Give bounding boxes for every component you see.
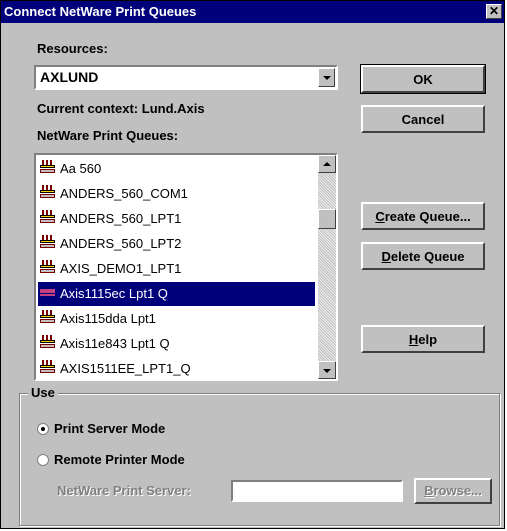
scroll-thumb[interactable] bbox=[318, 209, 336, 229]
list-item-label: Axis11e843 Lpt1 Q bbox=[60, 336, 170, 351]
list-item-label: ANDERS_560_LPT1 bbox=[60, 211, 182, 226]
print-queue-icon bbox=[40, 358, 55, 379]
cancel-button[interactable]: Cancel bbox=[361, 105, 485, 133]
resources-label: Resources: bbox=[37, 41, 108, 56]
list-item[interactable]: Axis11e843 Lpt1 Q bbox=[38, 332, 315, 356]
print-queue-icon bbox=[40, 233, 55, 257]
list-item[interactable]: AXIS_DEMO1_LPT1 bbox=[38, 257, 315, 281]
scroll-up-button[interactable] bbox=[318, 155, 336, 173]
list-item-label: ANDERS_560_LPT2 bbox=[60, 236, 182, 251]
list-item-label: Axis1115ec Lpt1 Q bbox=[60, 286, 168, 301]
resources-dropdown[interactable]: AXLUND bbox=[34, 65, 338, 90]
chevron-down-icon bbox=[323, 76, 331, 80]
ok-button[interactable]: OK bbox=[360, 64, 486, 94]
list-item-label: Aa 560 bbox=[60, 161, 102, 176]
list-item-label: ANDERS_560_COM1 bbox=[60, 186, 188, 201]
print-queue-icon bbox=[40, 158, 55, 182]
netware-print-server-input[interactable] bbox=[231, 480, 403, 502]
list-item[interactable]: ANDERS_560_LPT2 bbox=[38, 232, 315, 256]
print-queue-icon bbox=[40, 183, 55, 207]
create-queue-label: reate Queue... bbox=[384, 209, 471, 224]
print-server-mode-label: Print Server Mode bbox=[54, 421, 166, 436]
remote-printer-mode-label: Remote Printer Mode bbox=[54, 452, 185, 467]
print-queue-icon bbox=[40, 333, 55, 357]
delete-queue-label: elete Queue bbox=[390, 249, 465, 264]
chevron-down-icon bbox=[323, 369, 331, 373]
close-icon: ✕ bbox=[488, 4, 500, 18]
list-item[interactable]: Axis115dda Lpt1 bbox=[38, 307, 315, 331]
list-item-label: AXIS_DEMO1_LPT1 bbox=[60, 261, 182, 276]
print-queue-list[interactable]: Aa 560 ANDERS_560_COM1 ANDERS_560_LPT1 ANDE… bbox=[34, 153, 338, 381]
dialog-window: Connect NetWare Print Queues ✕ Resources… bbox=[0, 0, 505, 529]
create-queue-mnemonic: C bbox=[375, 209, 385, 224]
print-queue-icon bbox=[40, 283, 55, 307]
window-title: Connect NetWare Print Queues bbox=[4, 4, 197, 19]
list-scrollbar[interactable] bbox=[318, 155, 336, 379]
list-item-label: AXIS1511EE_LPT1_Q bbox=[60, 361, 191, 376]
remote-printer-mode-radio[interactable]: Remote Printer Mode bbox=[37, 450, 185, 470]
print-server-mode-radio[interactable]: Print Server Mode bbox=[37, 419, 165, 439]
list-item-label: Axis115dda Lpt1 bbox=[60, 311, 156, 326]
netware-print-server-label: NetWare Print Server: bbox=[57, 483, 191, 498]
print-queue-icon bbox=[40, 208, 55, 232]
list-item[interactable]: ANDERS_560_LPT1 bbox=[38, 207, 315, 231]
close-button[interactable]: ✕ bbox=[486, 4, 502, 19]
browse-button[interactable]: Browse... bbox=[414, 478, 492, 504]
help-button[interactable]: Help bbox=[361, 325, 485, 353]
list-item[interactable]: ANDERS_560_COM1 bbox=[38, 182, 315, 206]
help-mnemonic: H bbox=[408, 332, 419, 347]
delete-queue-mnemonic: D bbox=[381, 249, 391, 264]
list-item[interactable]: AXIS1511EE_LPT1_Q bbox=[38, 357, 315, 379]
current-context-value: Lund.Axis bbox=[141, 101, 205, 116]
radio-checked-icon[interactable] bbox=[37, 422, 49, 435]
help-label: elp bbox=[418, 332, 438, 347]
queues-label: NetWare Print Queues: bbox=[37, 128, 179, 143]
radio-unchecked-icon[interactable] bbox=[37, 453, 49, 466]
title-bar: Connect NetWare Print Queues ✕ bbox=[1, 1, 504, 23]
current-context: Current context: Lund.Axis bbox=[37, 101, 205, 116]
chevron-up-icon bbox=[323, 162, 331, 166]
use-group-title: Use bbox=[28, 385, 58, 400]
current-context-label: Current context: bbox=[37, 101, 139, 116]
delete-queue-button[interactable]: Delete Queue bbox=[361, 242, 485, 270]
resources-dropdown-button[interactable] bbox=[318, 68, 335, 87]
list-item[interactable]: Aa 560 bbox=[38, 157, 315, 181]
resources-value: AXLUND bbox=[40, 69, 99, 85]
print-queue-icon bbox=[40, 308, 55, 332]
print-queue-icon bbox=[40, 258, 55, 282]
list-item[interactable]: Axis1115ec Lpt1 Q bbox=[38, 282, 315, 306]
browse-label: rowse... bbox=[433, 483, 482, 498]
scroll-down-button[interactable] bbox=[318, 361, 336, 379]
create-queue-button[interactable]: Create Queue... bbox=[361, 202, 485, 230]
